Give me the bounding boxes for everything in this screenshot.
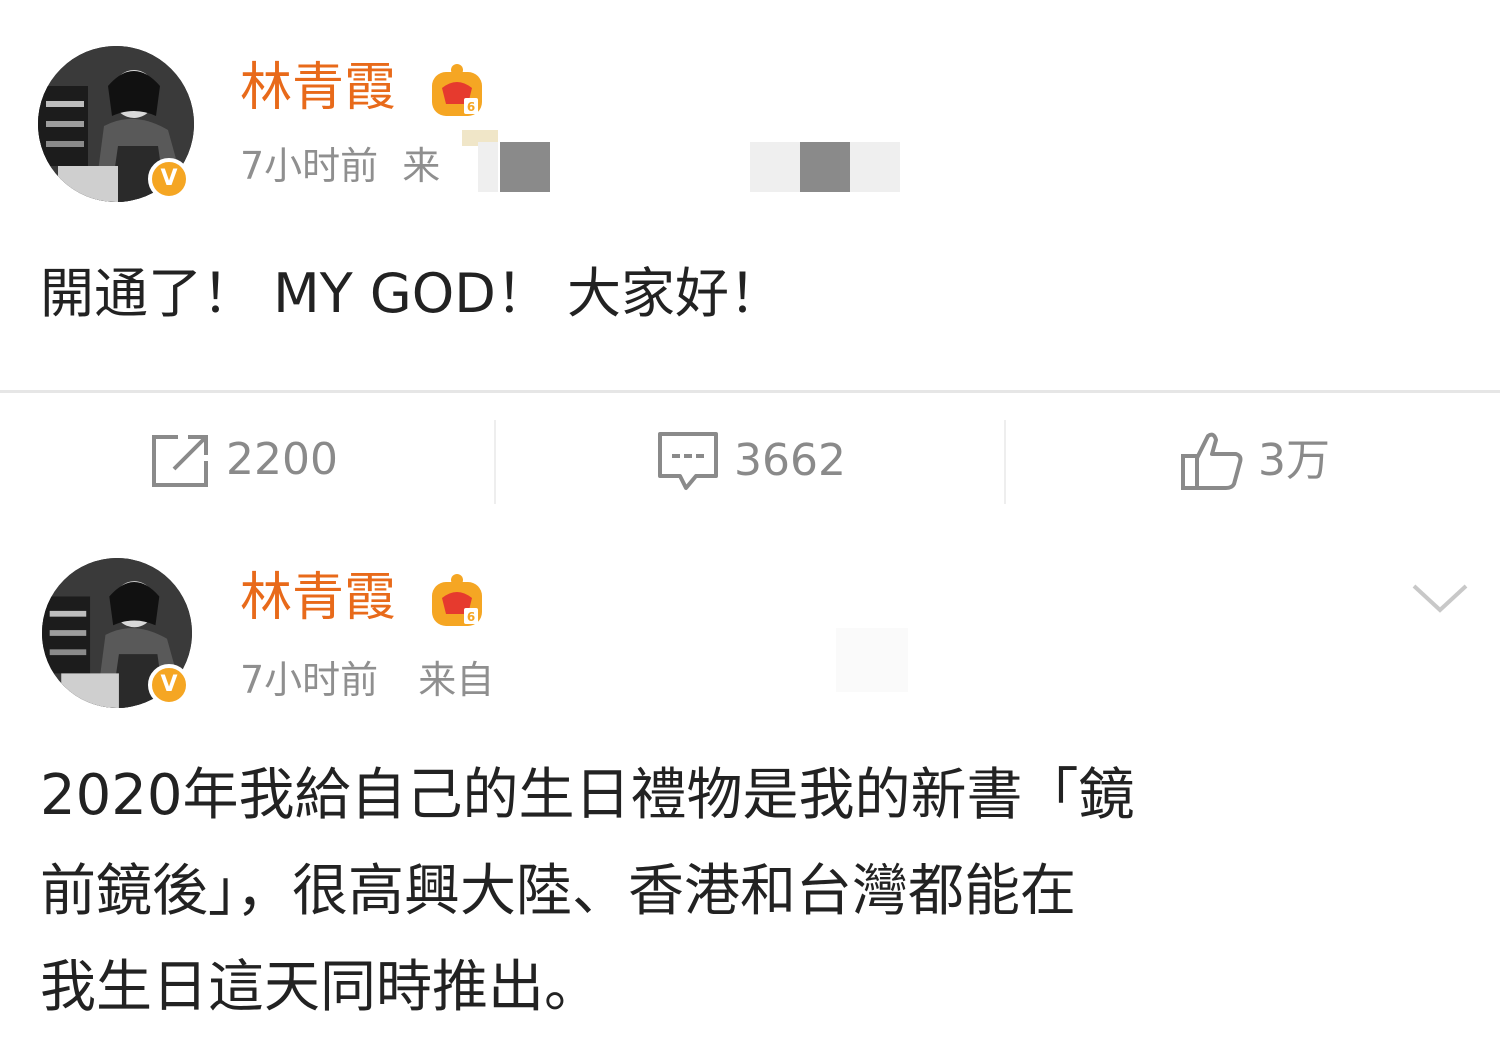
divider (494, 420, 496, 504)
username[interactable]: 林青霞 (240, 58, 396, 118)
comment-count: 3662 (734, 435, 846, 486)
post-time: 7小时前 (240, 658, 379, 702)
post-source-label: 来 (402, 144, 441, 188)
share-icon (152, 435, 208, 487)
like-count: 3万 (1258, 435, 1330, 486)
redaction-block (850, 142, 900, 192)
repost-count: 2200 (226, 434, 338, 485)
post-text-line: 前鏡後」，很高興大陸、香港和台灣都能在 (40, 859, 1076, 924)
verified-badge: V (148, 158, 190, 200)
post-text: 開通了！ MY GOD！ 大家好！ (40, 262, 784, 325)
post-meta: 7小时前 来自 (240, 658, 494, 702)
redaction-block (478, 142, 498, 192)
username[interactable]: 林青霞 (240, 568, 396, 628)
svg-text:6: 6 (467, 100, 475, 114)
divider (0, 390, 1500, 393)
post-time: 7小时前 (240, 144, 379, 188)
repost-button[interactable]: 2200 (148, 430, 338, 490)
post-meta: 7小时前 来 (240, 144, 440, 188)
svg-text:6: 6 (467, 610, 475, 624)
like-button[interactable]: 3万 (1180, 430, 1330, 492)
post-source-label: 来自 (418, 658, 495, 702)
crown-vip-icon: 6 (432, 574, 482, 626)
comment-button[interactable]: 3662 (656, 430, 846, 492)
redaction-block (490, 654, 580, 706)
post-text-line: 我生日這天同時推出。 (40, 955, 600, 1020)
weibo-feed: V 林青霞 6 7小时前 来 開通了！ MY GOD！ 大家好！ 2200 36… (0, 0, 1500, 1042)
redaction-block (750, 142, 800, 192)
redaction-block (800, 142, 850, 192)
redaction-block (836, 628, 908, 692)
thumbs-up-icon (1181, 432, 1243, 490)
divider (1004, 420, 1006, 504)
chevron-down-icon[interactable] (1410, 580, 1470, 616)
redaction-block (500, 142, 550, 192)
post-text-line: 2020年我給自己的生日禮物是我的新書「鏡 (40, 763, 1135, 828)
verified-badge: V (148, 664, 190, 706)
crown-vip-icon: 6 (432, 64, 482, 116)
comment-icon (658, 432, 718, 490)
